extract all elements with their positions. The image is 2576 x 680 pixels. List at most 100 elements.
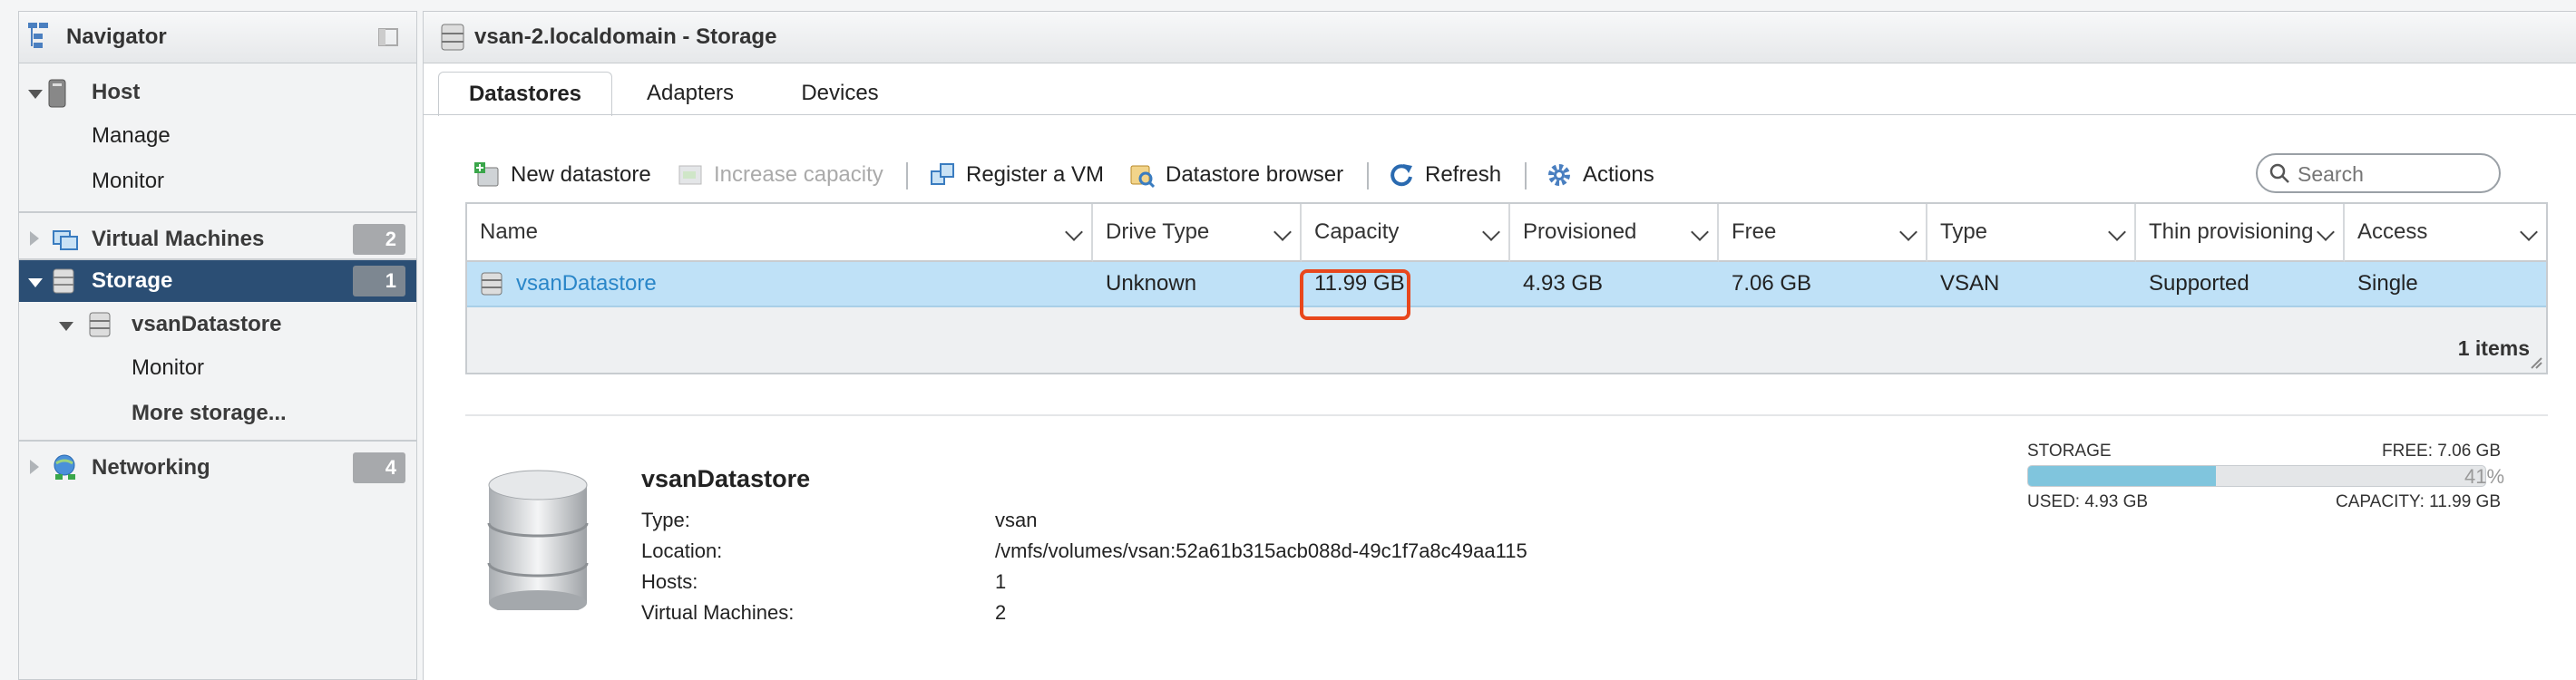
column-header-name[interactable]: Name — [467, 204, 1093, 262]
chevron-down-icon[interactable] — [1273, 223, 1292, 241]
nav-monitor-label: Monitor — [92, 169, 165, 193]
detail-value: vsan — [995, 509, 1038, 531]
search-input[interactable] — [2296, 160, 2490, 188]
datastore-large-icon — [487, 470, 589, 610]
chevron-down-icon[interactable] — [2108, 223, 2126, 241]
column-header-label: Access — [2357, 219, 2428, 244]
register-vm-button[interactable]: Register a VM — [930, 157, 1111, 193]
search-box[interactable] — [2256, 153, 2501, 193]
nav-networking-label: Networking — [92, 455, 210, 480]
new-datastore-button[interactable]: New datastore — [474, 157, 665, 193]
expand-icon[interactable] — [30, 231, 39, 246]
column-header-free[interactable]: Free — [1719, 204, 1927, 262]
cell-free: 7.06 GB — [1732, 271, 1812, 296]
detail-key: Location: — [641, 539, 723, 562]
expand-icon[interactable] — [59, 322, 73, 331]
column-header-label: Drive Type — [1106, 219, 1210, 244]
main-panel: vsan-2.localdomain - Storage Datastores … — [423, 11, 2576, 680]
refresh-label: Refresh — [1425, 162, 1502, 187]
chevron-down-icon[interactable] — [1899, 223, 1917, 241]
gear-icon — [1548, 164, 1570, 186]
refresh-button[interactable]: Refresh — [1389, 157, 1507, 193]
nav-monitor[interactable]: Monitor — [19, 160, 416, 202]
nav-vsandatastore-label: vsanDatastore — [132, 312, 282, 336]
nav-more-storage-label: More storage... — [132, 401, 287, 425]
column-header-capacity[interactable]: Capacity — [1302, 204, 1510, 262]
register-vm-label: Register a VM — [966, 162, 1105, 187]
tab-adapters[interactable]: Adapters — [620, 72, 761, 115]
nav-divider — [19, 440, 416, 442]
host-icon — [48, 79, 66, 108]
increase-capacity-button[interactable]: Increase capacity — [678, 157, 895, 193]
nav-host[interactable]: Host — [19, 72, 416, 113]
storage-icon — [53, 268, 74, 294]
column-header-label: Capacity — [1314, 219, 1400, 244]
expand-icon[interactable] — [30, 460, 39, 474]
cell-name[interactable]: vsanDatastore — [467, 262, 1093, 306]
cell-type: VSAN — [1940, 271, 2000, 296]
nav-host-label: Host — [92, 80, 141, 104]
search-icon — [2269, 163, 2289, 183]
column-header-drive-type[interactable]: Drive Type — [1093, 204, 1302, 262]
nav-datastore-monitor[interactable]: Monitor — [19, 347, 416, 389]
storage-count-badge: 1 — [353, 266, 405, 296]
resize-handle-icon[interactable] — [2530, 356, 2542, 369]
datastore-browser-button[interactable]: Datastore browser — [1129, 157, 1356, 193]
nav-virtual-machines[interactable]: Virtual Machines 2 — [19, 219, 416, 260]
navigator-panel: Navigator Host Manage Monitor Virtual Ma… — [18, 11, 417, 680]
window-title: vsan-2.localdomain - Storage — [474, 24, 777, 49]
collapse-icon[interactable] — [378, 28, 398, 46]
tab-underline — [424, 114, 2576, 115]
nav-storage[interactable]: Storage 1 — [19, 260, 416, 302]
chevron-down-icon[interactable] — [2317, 223, 2335, 241]
column-header-type[interactable]: Type — [1927, 204, 2136, 262]
nav-storage-label: Storage — [92, 268, 173, 293]
refresh-icon — [1390, 164, 1412, 187]
nav-vsandatastore[interactable]: vsanDatastore — [19, 304, 416, 345]
chevron-down-icon[interactable] — [1482, 223, 1500, 241]
datastore-link[interactable]: vsanDatastore — [516, 262, 657, 306]
datastores-table: Name Drive Type Capacity Provisioned Fre… — [465, 202, 2548, 374]
tab-datastores[interactable]: Datastores — [438, 72, 612, 116]
nav-datastore-monitor-label: Monitor — [132, 355, 205, 380]
actions-button[interactable]: Actions — [1547, 157, 1664, 193]
main-header: vsan-2.localdomain - Storage — [424, 12, 2576, 63]
chevron-down-icon[interactable] — [1065, 223, 1083, 241]
navigator-header: Navigator — [19, 12, 416, 63]
increase-capacity-label: Increase capacity — [714, 162, 883, 187]
table-row[interactable]: vsanDatastore Unknown 11.99 GB 4.93 GB 7… — [467, 262, 2546, 307]
datastore-browser-icon — [1130, 165, 1155, 188]
navigator-icon — [28, 23, 48, 48]
cell-provisioned: 4.93 GB — [1523, 271, 1604, 296]
nav-manage[interactable]: Manage — [19, 115, 416, 157]
increase-capacity-icon — [678, 165, 702, 185]
chevron-down-icon[interactable] — [2520, 223, 2538, 241]
column-header-access[interactable]: Access — [2345, 204, 2546, 262]
nav-manage-label: Manage — [92, 123, 171, 148]
cell-thin-provisioning: Supported — [2149, 271, 2249, 296]
expand-icon[interactable] — [28, 90, 43, 99]
networking-icon — [54, 454, 75, 480]
detail-key: Hosts: — [641, 570, 698, 593]
column-header-provisioned[interactable]: Provisioned — [1510, 204, 1719, 262]
nav-more-storage[interactable]: More storage... — [19, 393, 416, 434]
networking-count-badge: 4 — [353, 452, 405, 483]
tab-devices[interactable]: Devices — [772, 72, 908, 115]
datastore-browser-label: Datastore browser — [1166, 162, 1344, 187]
capacity-highlight-annotation — [1300, 269, 1410, 320]
chevron-down-icon[interactable] — [1691, 223, 1709, 241]
column-header-label: Type — [1940, 219, 1988, 244]
items-count: 1 items — [2457, 336, 2530, 360]
virtual-machines-icon — [53, 230, 78, 250]
column-header-label: Name — [480, 219, 539, 244]
nav-networking[interactable]: Networking 4 — [19, 447, 416, 489]
storage-usage-fill — [2028, 466, 2216, 486]
storage-used: USED: 4.93 GB — [2027, 492, 2149, 511]
navigator-title: Navigator — [66, 24, 167, 49]
column-header-thin-provisioning[interactable]: Thin provisioning — [2136, 204, 2345, 262]
detail-value: 2 — [995, 601, 1007, 624]
column-header-label: Provisioned — [1523, 219, 1637, 244]
expand-icon[interactable] — [28, 278, 43, 287]
datastore-title: vsanDatastore — [641, 465, 811, 492]
nav-vm-label: Virtual Machines — [92, 227, 265, 251]
